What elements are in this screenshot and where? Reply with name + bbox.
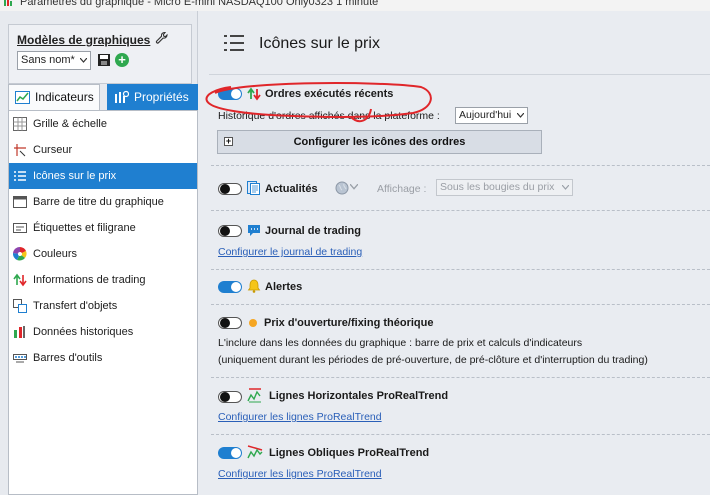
- alerts-title: Alertes: [265, 281, 303, 293]
- section-divider: [211, 210, 710, 211]
- menu-item-label: Barre de titre du graphique: [33, 196, 164, 208]
- menu-item-label: Données historiques: [33, 326, 134, 338]
- color-wheel-icon: [13, 247, 27, 261]
- opening-price-line2: (uniquement durant les périodes de pré-o…: [218, 354, 648, 366]
- menu-item-label: Grille & échelle: [33, 118, 107, 130]
- menu-item-label: Étiquettes et filigrane: [33, 222, 136, 234]
- properties-menu: Grille & échelle Curseur Icônes sur le p…: [8, 110, 198, 495]
- model-select[interactable]: Sans nom*: [17, 51, 91, 70]
- tab-indicateurs-label: Indicateurs: [35, 90, 94, 104]
- menu-item-couleurs[interactable]: Couleurs: [9, 241, 197, 267]
- page-title: Icônes sur le prix: [259, 35, 380, 52]
- orange-dot-icon: [249, 319, 257, 327]
- section-divider: [211, 304, 710, 305]
- save-icon[interactable]: [97, 53, 111, 67]
- panel-tabs: Indicateurs Propriétés: [8, 84, 198, 110]
- journal-toggle[interactable]: [218, 225, 242, 237]
- menu-item-transfert[interactable]: Transfert d'objets: [9, 293, 197, 319]
- tab-indicateurs[interactable]: Indicateurs: [8, 84, 100, 110]
- menu-item-icones-prix[interactable]: Icônes sur le prix: [9, 163, 197, 189]
- bell-icon: [247, 279, 261, 293]
- menu-item-label: Barres d'outils: [33, 352, 103, 364]
- opening-price-line1: L'inclure dans les données du graphique …: [218, 337, 583, 349]
- section-divider: [211, 377, 710, 378]
- configure-oblique-lines-link[interactable]: Configurer les lignes ProRealTrend: [218, 468, 382, 480]
- panel-header: Icônes sur le prix: [199, 11, 710, 73]
- window-titlebar: Paramètres du graphique - Micro E-mini N…: [0, 0, 710, 11]
- red-annotation-circle: [205, 82, 432, 123]
- chevron-down-icon: [350, 184, 358, 190]
- oblique-lines-toggle[interactable]: [218, 447, 242, 459]
- horizontal-lines-title: Lignes Horizontales ProRealTrend: [269, 390, 449, 402]
- opening-price-toggle[interactable]: [218, 317, 242, 329]
- display-select-value: Sous les bougies du prix: [440, 181, 555, 193]
- history-icon: [14, 326, 25, 338]
- list-icon: [224, 35, 244, 51]
- news-title: Actualités: [265, 183, 318, 195]
- journal-title: Journal de trading: [265, 225, 361, 237]
- toolbar-icon: [13, 354, 27, 363]
- window-title: Paramètres du graphique - Micro E-mini N…: [20, 0, 379, 8]
- menu-item-curseur[interactable]: Curseur: [9, 137, 197, 163]
- trading-info-icon: [13, 273, 27, 287]
- globe-icon[interactable]: [335, 181, 349, 195]
- expand-plus-icon: +: [224, 136, 233, 146]
- news-toggle[interactable]: [218, 183, 242, 195]
- display-label: Affichage :: [377, 183, 427, 195]
- chevron-down-icon: [517, 113, 524, 118]
- menu-item-etiquettes[interactable]: Étiquettes et filigrane: [9, 215, 197, 241]
- tab-proprietes[interactable]: Propriétés: [107, 84, 198, 110]
- properties-icon: [115, 90, 129, 103]
- menu-item-grille[interactable]: Grille & échelle: [9, 111, 197, 137]
- menu-item-infos-trading[interactable]: Informations de trading: [9, 267, 197, 293]
- menu-item-label: Informations de trading: [33, 274, 146, 286]
- newspaper-icon: [247, 181, 260, 195]
- horizontal-trend-icon: [247, 388, 261, 403]
- menu-item-barres-outils[interactable]: Barres d'outils: [9, 345, 197, 371]
- settings-panel: Icônes sur le prix Ordres exécutés récen…: [199, 11, 710, 495]
- list-icon: [14, 171, 26, 181]
- indicators-icon: [15, 91, 30, 104]
- configure-journal-link[interactable]: Configurer le journal de trading: [218, 246, 362, 258]
- alerts-toggle[interactable]: [218, 281, 242, 293]
- titlebar-icon: [13, 196, 27, 208]
- configure-horizontal-lines-link[interactable]: Configurer les lignes ProRealTrend: [218, 411, 382, 423]
- left-panel: Modèles de graphiques Sans nom* + Indica…: [0, 11, 198, 495]
- chart-models-box: Modèles de graphiques Sans nom* +: [8, 24, 192, 84]
- configure-order-icons-label: Configurer les icônes des ordres: [293, 136, 466, 148]
- opening-price-title: Prix d'ouverture/fixing théorique: [264, 317, 434, 329]
- header-divider: [209, 74, 710, 75]
- chevron-down-icon: [80, 58, 87, 63]
- display-select[interactable]: Sous les bougies du prix: [436, 179, 573, 196]
- configure-order-icons-button[interactable]: + Configurer les icônes des ordres: [217, 130, 542, 154]
- history-select[interactable]: Aujourd'hui: [455, 107, 528, 124]
- section-divider: [211, 434, 710, 435]
- app-icon: [4, 0, 12, 6]
- menu-item-label: Curseur: [33, 144, 73, 156]
- history-select-value: Aujourd'hui: [459, 109, 512, 121]
- menu-item-historiques[interactable]: Données historiques: [9, 319, 197, 345]
- oblique-lines-title: Lignes Obliques ProRealTrend: [269, 447, 430, 459]
- oblique-trend-icon: [247, 445, 263, 459]
- menu-item-label: Couleurs: [33, 248, 78, 260]
- add-model-icon[interactable]: +: [115, 53, 129, 67]
- section-divider: [211, 269, 710, 270]
- menu-item-label: Icônes sur le prix: [33, 170, 117, 182]
- model-select-value: Sans nom*: [21, 54, 75, 66]
- label-icon: [13, 223, 27, 233]
- chevron-down-icon: [562, 185, 569, 190]
- tab-proprietes-label: Propriétés: [134, 90, 189, 104]
- horizontal-lines-toggle[interactable]: [218, 391, 242, 403]
- models-title: Modèles de graphiques: [17, 33, 151, 47]
- chat-bubble-icon: [248, 225, 260, 236]
- grid-icon: [13, 117, 27, 131]
- wrench-icon[interactable]: [155, 31, 169, 45]
- menu-item-barre-titre[interactable]: Barre de titre du graphique: [9, 189, 197, 215]
- section-divider: [211, 165, 710, 166]
- menu-item-label: Transfert d'objets: [33, 300, 118, 312]
- cursor-icon: [14, 144, 26, 157]
- transfer-icon: [13, 299, 27, 313]
